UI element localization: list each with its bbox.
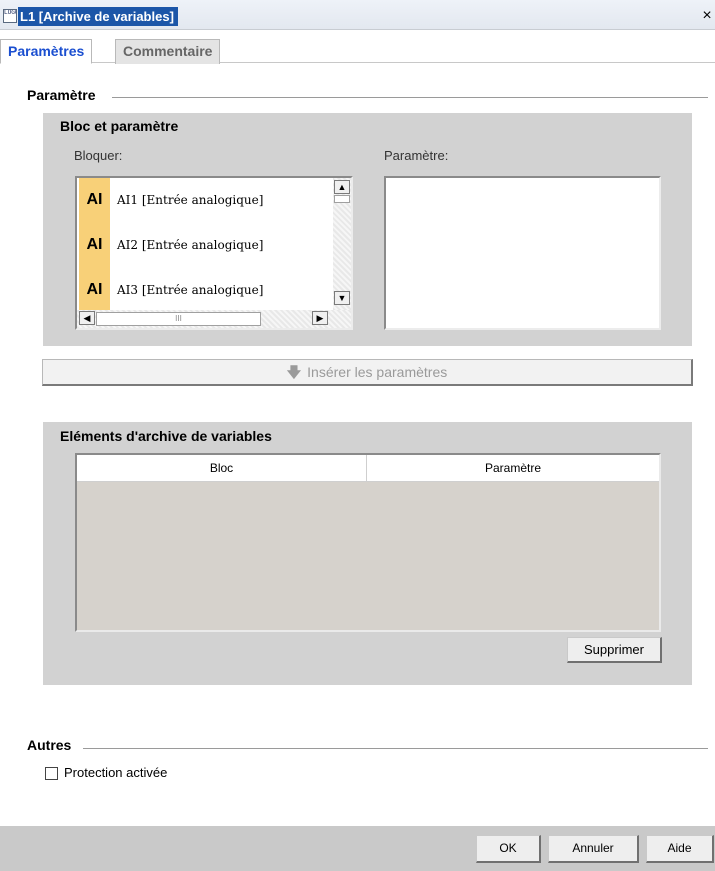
list-item[interactable]: AI AI1 [Entrée analogique]	[77, 178, 333, 223]
elements-table[interactable]: Bloc Paramètre	[75, 453, 661, 632]
horizontal-scroll-thumb[interactable]: III	[96, 312, 261, 326]
vertical-scroll-thumb[interactable]	[334, 195, 350, 203]
elements-panel-title: Eléments d'archive de variables	[60, 428, 272, 444]
help-button[interactable]: Aide	[646, 835, 714, 863]
parametre-group-title: Paramètre	[27, 87, 96, 103]
window-title: L1 [Archive de variables]	[18, 7, 178, 26]
close-icon[interactable]: ×	[700, 8, 714, 24]
autres-group-title: Autres	[27, 737, 72, 753]
dialog-footer: OK Annuler Aide	[0, 826, 715, 871]
list-item[interactable]: AI AI2 [Entrée analogique]	[77, 223, 333, 268]
list-item-label: AI1 [Entrée analogique]	[117, 193, 264, 207]
scroll-down-icon[interactable]: ▼	[334, 291, 350, 305]
protection-label: Protection activée	[64, 765, 168, 780]
insert-parameters-label: Insérer les paramètres	[307, 364, 448, 380]
group-divider	[83, 748, 708, 749]
bloquer-label: Bloquer:	[74, 148, 123, 163]
tab-bar: Paramètres Commentaire	[0, 39, 715, 64]
analog-input-icon: AI	[79, 178, 110, 223]
ok-button[interactable]: OK	[476, 835, 541, 863]
scroll-left-icon[interactable]: ◀	[79, 311, 95, 325]
tab-commentaire[interactable]: Commentaire	[115, 39, 221, 64]
group-divider	[112, 97, 708, 98]
tab-parametres[interactable]: Paramètres	[0, 39, 93, 64]
list-item-label: AI3 [Entrée analogique]	[117, 283, 264, 297]
list-item[interactable]: AI AI3 [Entrée analogique]	[77, 268, 333, 313]
column-header-parametre[interactable]: Paramètre	[367, 455, 659, 482]
scroll-up-icon[interactable]: ▲	[334, 180, 350, 194]
protection-checkbox[interactable]	[45, 767, 58, 780]
app-logo-icon: LOGO	[3, 9, 17, 23]
bloc-listbox[interactable]: AI AI1 [Entrée analogique] AI AI2 [Entré…	[75, 176, 353, 330]
delete-button[interactable]: Supprimer	[567, 637, 662, 663]
title-bar[interactable]: LOGO L1 [Archive de variables] ×	[0, 0, 715, 30]
bloc-parametre-title: Bloc et paramètre	[60, 118, 179, 134]
analog-input-icon: AI	[79, 268, 110, 313]
cancel-button[interactable]: Annuler	[548, 835, 639, 863]
scroll-right-icon[interactable]: ▶	[312, 311, 328, 325]
insert-parameters-button[interactable]: 🡇 Insérer les paramètres	[42, 359, 693, 386]
list-item-label: AI2 [Entrée analogique]	[117, 238, 264, 252]
analog-input-icon: AI	[79, 223, 110, 268]
parametre-label: Paramètre:	[384, 148, 449, 163]
column-header-bloc[interactable]: Bloc	[77, 455, 367, 482]
parametre-listbox[interactable]	[384, 176, 661, 330]
arrow-down-icon: 🡇	[286, 364, 302, 380]
